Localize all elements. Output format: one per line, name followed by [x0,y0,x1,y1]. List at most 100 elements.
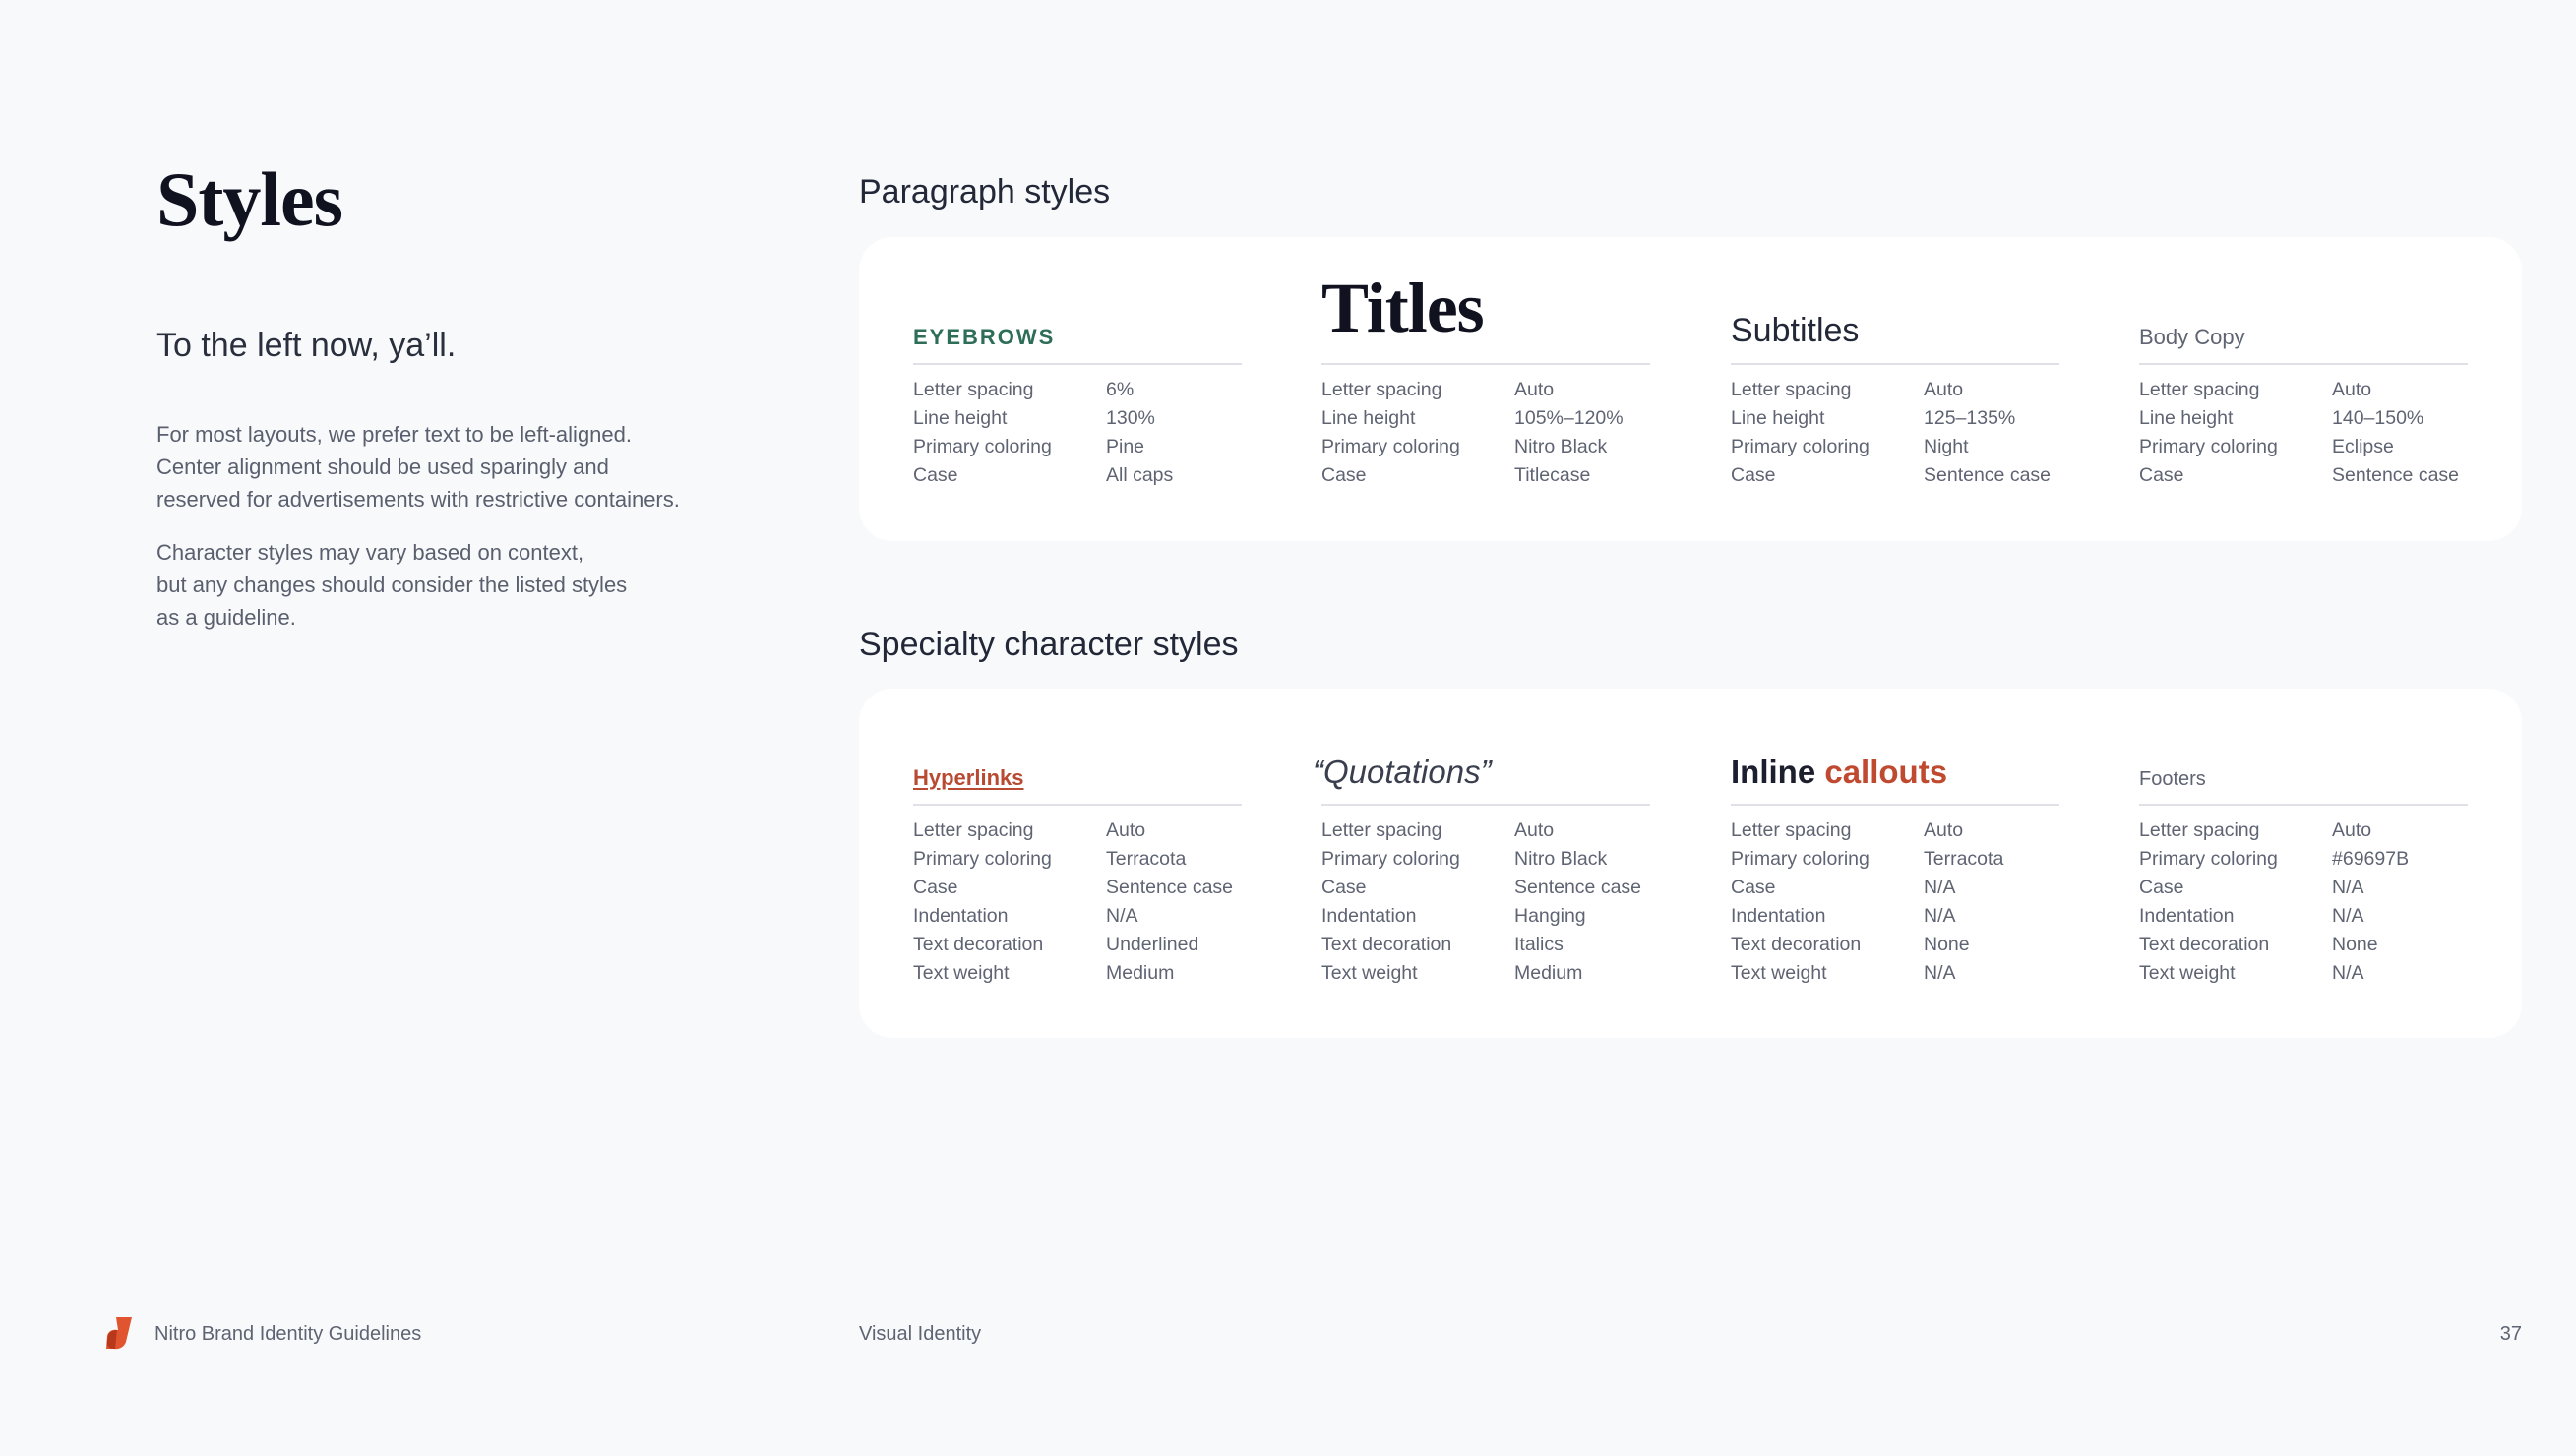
property-value: Titlecase [1514,464,1591,486]
property-value: Auto [1924,379,1964,400]
property-label: Primary coloring [913,848,1052,870]
property-value: Auto [1514,819,1555,841]
property-label: Case [1731,877,1776,898]
property-row: Text weight N/A [2139,959,2468,988]
property-label: Case [1321,877,1367,898]
property-label: Text decoration [2139,934,2270,955]
style-name: Body Copy [2139,325,2245,349]
style-column-header: EYEBROWS [913,325,1242,365]
property-value: Terracota [1924,848,2004,870]
property-value: All caps [1106,464,1174,486]
property-value: #69697B [2332,848,2410,870]
property-label: Letter spacing [2139,819,2260,841]
style-name: Titles [1321,269,1485,347]
property-row: Text decoration Underlined [913,931,1242,959]
style-column-titles: Titles Letter spacing Auto Line height 105… [1321,269,1650,490]
style-column-header: Inline callouts [1731,754,2059,806]
property-row: Line height 140–150% [2139,404,2468,433]
property-value: 6% [1106,379,1135,400]
intro-paragraph: Character styles may vary based on conte… [156,540,628,630]
property-value: Nitro Black [1514,436,1608,457]
property-label: Text weight [1321,962,1418,984]
property-row: Primary coloring Terracota [913,845,1242,874]
hyperlink-sample[interactable]: Hyperlinks [913,765,1024,791]
property-value: N/A [1924,877,1956,898]
style-column-hyperlinks: Hyperlinks Letter spacing Auto Primary co… [913,765,1242,988]
style-column-subtitles: Subtitles Letter spacing Auto Line height… [1731,312,2059,490]
property-label: Letter spacing [1731,819,1852,841]
property-value: None [1924,934,1970,955]
property-value: 130% [1106,407,1155,429]
style-column-header: Body Copy [2139,325,2468,365]
property-row: Line height 105%–120% [1321,404,1650,433]
property-label: Letter spacing [1321,819,1442,841]
property-row: Primary coloring Night [1731,433,2059,461]
property-row: Text weight Medium [1321,959,1650,988]
property-label: Case [913,877,958,898]
property-row: Primary coloring Terracota [1731,845,2059,874]
style-name: “Quotations” [1313,754,1492,790]
property-row: Letter spacing Auto [1731,376,2059,404]
property-row: Case Sentence case [1731,461,2059,490]
property-value: Nitro Black [1514,848,1608,870]
property-value: 105%–120% [1514,407,1624,429]
property-row: Primary coloring Nitro Black [1321,433,1650,461]
property-label: Text weight [1731,962,1827,984]
property-label: Primary coloring [2139,436,2278,457]
property-label: Letter spacing [1731,379,1852,400]
section-heading-specialty-styles: Specialty character styles [859,626,1239,663]
property-label: Line height [913,407,1008,429]
property-row: Case N/A [1731,874,2059,902]
style-name-part: Inline [1731,754,1825,790]
property-label: Text weight [2139,962,2236,984]
property-label: Line height [1321,407,1416,429]
property-value: Night [1924,436,1969,457]
property-row: Case All caps [913,461,1242,490]
property-value: N/A [2332,905,2364,927]
property-label: Text decoration [913,934,1044,955]
property-value: N/A [2332,962,2364,984]
property-value: N/A [2332,877,2364,898]
property-value: Sentence case [1924,464,2052,486]
property-label: Letter spacing [1321,379,1442,400]
property-label: Primary coloring [1321,848,1460,870]
style-name: Footers [2139,768,2206,790]
property-row: Text decoration None [2139,931,2468,959]
property-label: Letter spacing [2139,379,2260,400]
style-column-quotations: “Quotations” Letter spacing Auto Primary … [1313,754,1650,988]
property-label: Primary coloring [1731,436,1870,457]
style-column-header: “Quotations” [1313,754,1650,806]
property-row: Letter spacing Auto [1731,817,2059,845]
property-value: N/A [1924,962,1956,984]
property-row: Line height 130% [913,404,1242,433]
property-row: Case Sentence case [1321,874,1650,902]
property-value: Sentence case [2332,464,2460,486]
property-row: Letter spacing Auto [2139,817,2468,845]
property-row: Indentation N/A [2139,902,2468,931]
property-value: Hanging [1514,905,1586,927]
property-label: Line height [1731,407,1825,429]
style-column-header: Titles [1321,269,1650,365]
property-row: Case Sentence case [913,874,1242,902]
property-row: Line height 125–135% [1731,404,2059,433]
property-label: Primary coloring [913,436,1052,457]
property-value: Terracota [1106,848,1187,870]
property-row: Primary coloring Nitro Black [1321,845,1650,874]
property-row: Letter spacing Auto [913,817,1242,845]
property-row: Case Sentence case [2139,461,2468,490]
style-column-header: Hyperlinks [913,765,1242,806]
property-row: Letter spacing Auto [1321,376,1650,404]
property-row: Indentation N/A [1731,902,2059,931]
property-label: Line height [2139,407,2234,429]
property-label: Primary coloring [1731,848,1870,870]
property-label: Text weight [913,962,1010,984]
section-heading-paragraph-styles: Paragraph styles [859,173,1111,211]
property-value: Sentence case [1106,877,1234,898]
property-row: Case N/A [2139,874,2468,902]
paragraph-styles-card: EYEBROWS Letter spacing 6% Line height 130… [859,237,2522,541]
property-label: Case [2139,464,2184,486]
style-column-header: Footers [2139,766,2468,806]
style-column-body-copy: Body Copy Letter spacing Auto Line height… [2139,325,2468,490]
property-row: Text decoration None [1731,931,2059,959]
property-row: Indentation Hanging [1321,902,1650,931]
